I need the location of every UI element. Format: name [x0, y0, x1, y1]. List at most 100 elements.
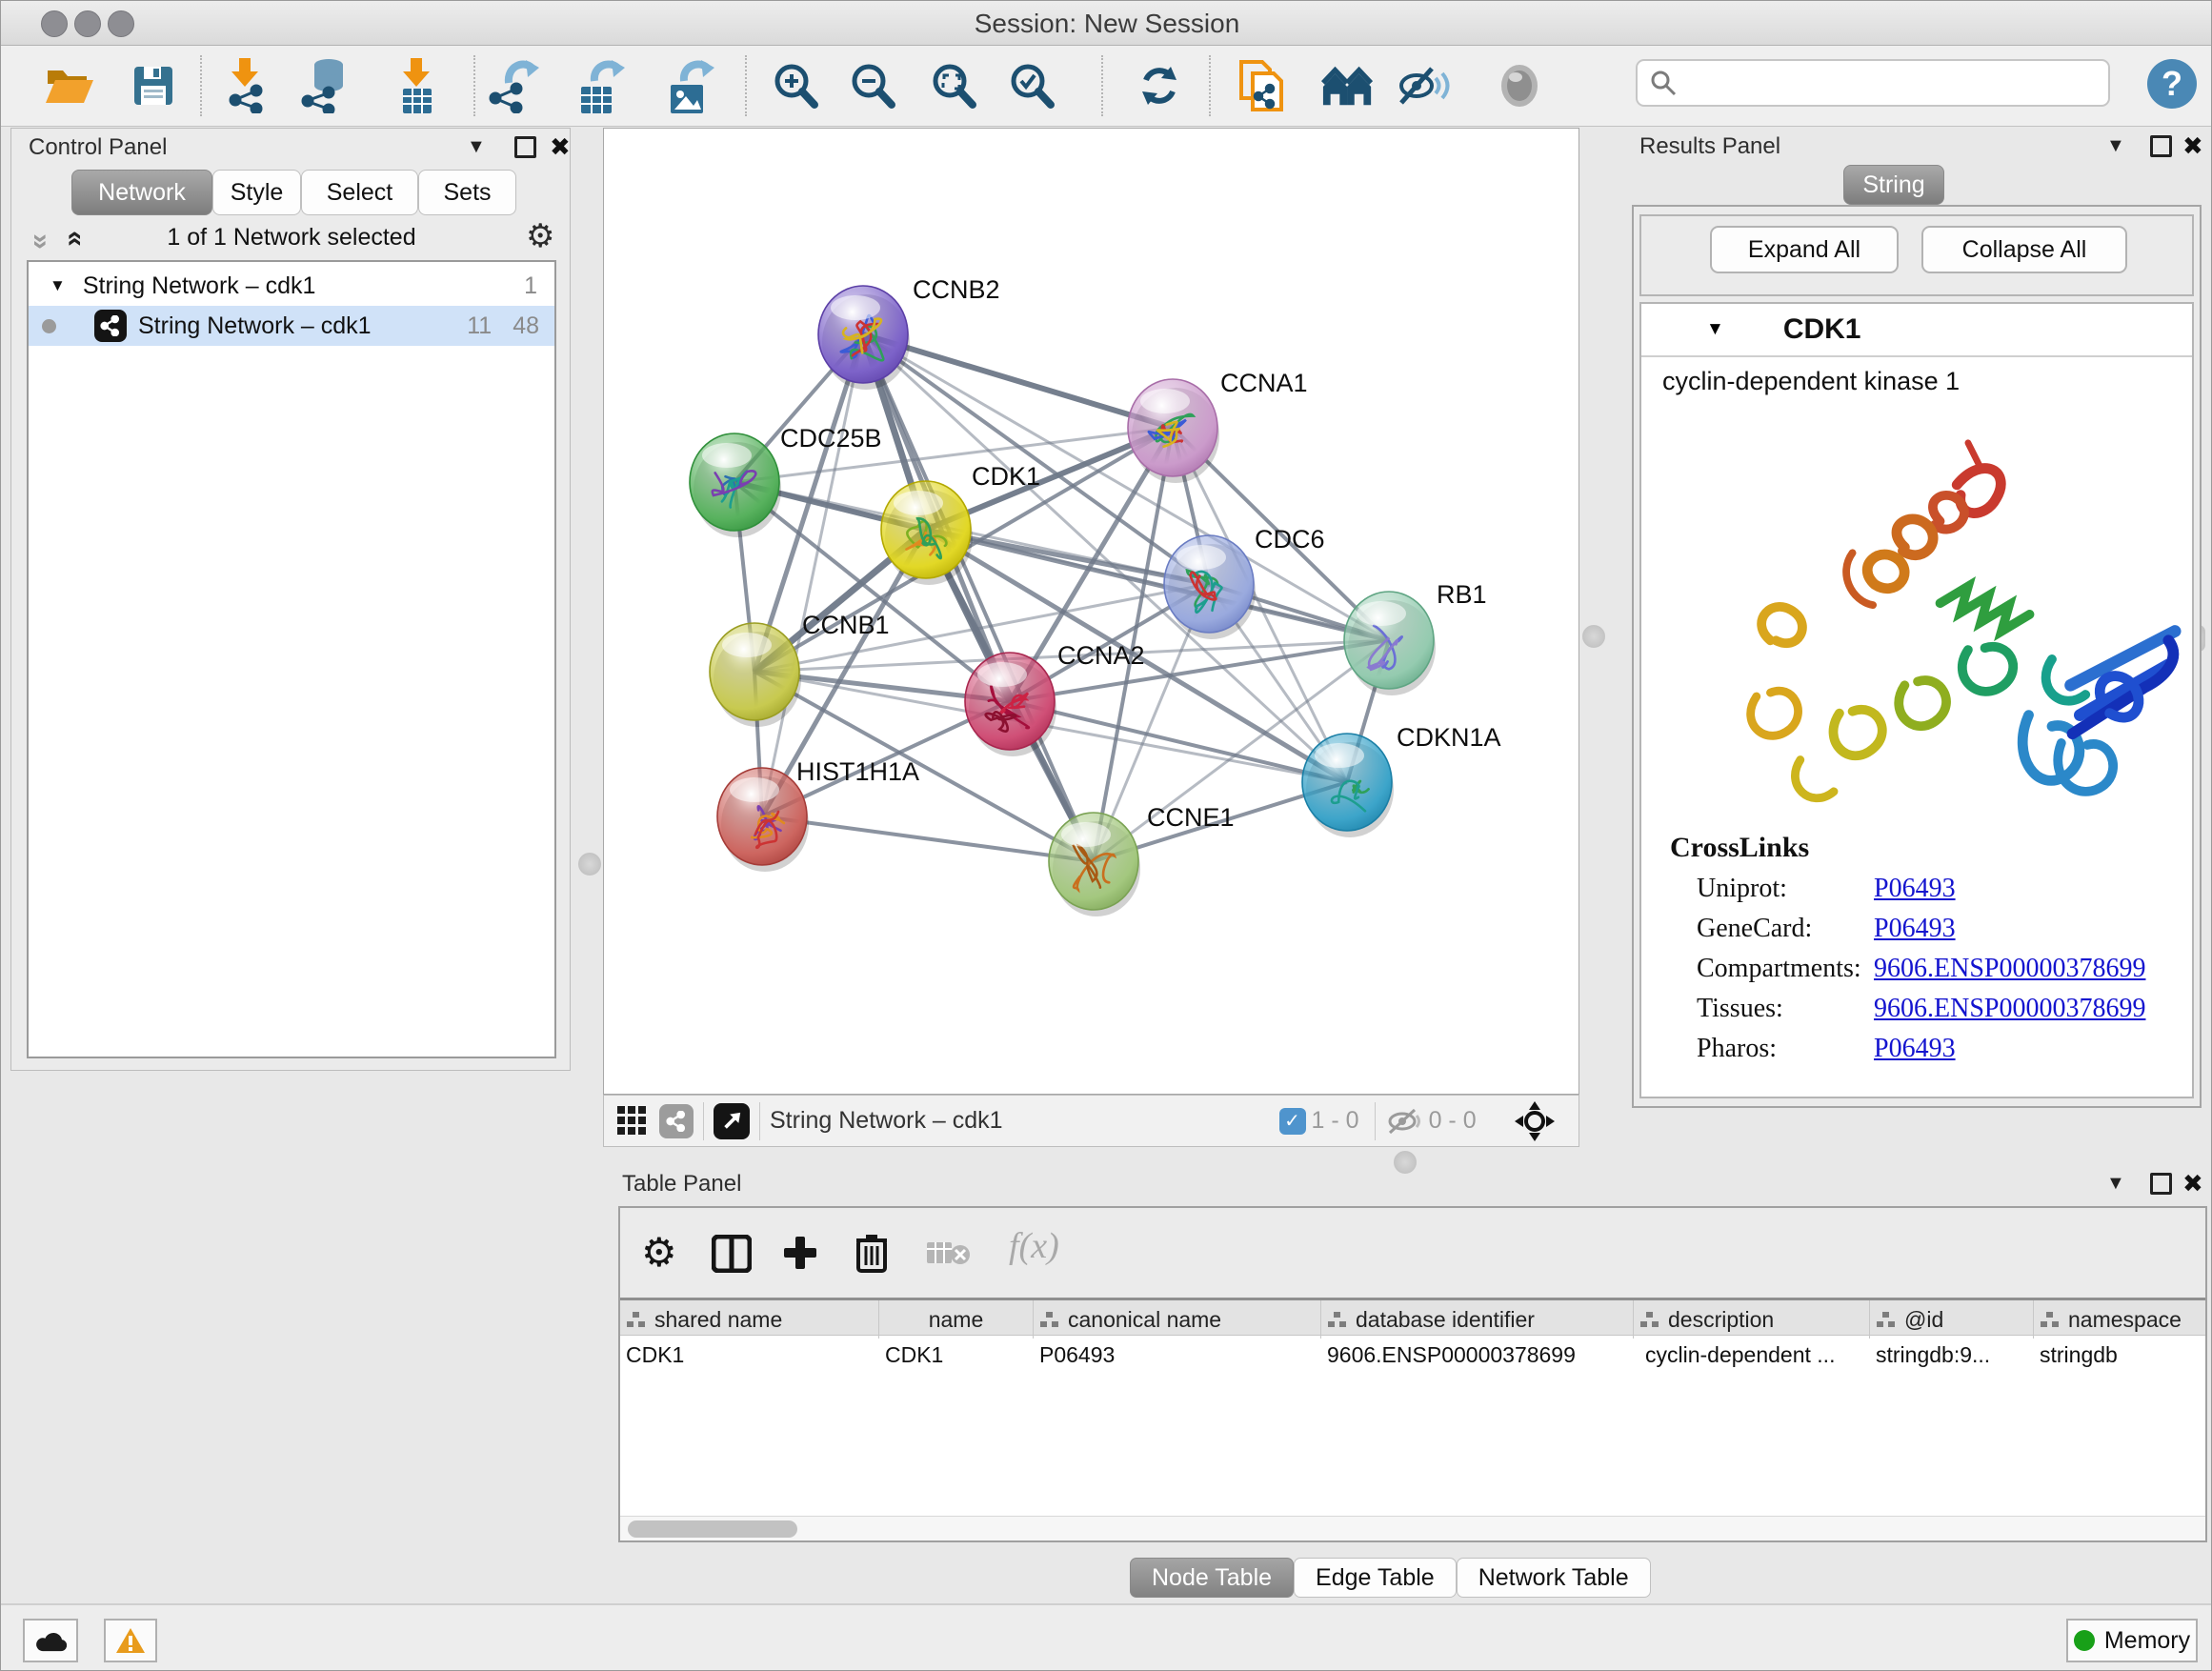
network-canvas[interactable]: CCNB2CCNA1CDC25BCDK1CDC6RB1CCNB1CCNA2CDK… [603, 128, 1579, 1095]
tab-node-table[interactable]: Node Table [1130, 1558, 1294, 1598]
export-network-icon[interactable] [487, 59, 540, 112]
zoom-out-icon[interactable] [846, 59, 899, 112]
expand-all-button[interactable]: Expand All [1710, 226, 1899, 273]
scrollbar-thumb[interactable] [628, 1520, 797, 1538]
network-list: ▼ String Network – cdk1 1 String Network… [27, 260, 556, 1058]
export-image-icon[interactable] [664, 59, 717, 112]
network-node-count: 11 [467, 312, 492, 340]
horizontal-scrollbar[interactable] [620, 1516, 2205, 1541]
results-buttons-box: Expand All Collapse All [1639, 214, 2194, 296]
column-header[interactable]: name [879, 1300, 1034, 1339]
cell-database-identifier[interactable]: 9606.ENSP00000378699 [1327, 1336, 1628, 1374]
save-session-icon[interactable] [127, 59, 180, 112]
column-header[interactable]: canonical name [1034, 1300, 1321, 1339]
table-options-gear-icon[interactable]: ⚙ [641, 1233, 677, 1273]
column-header[interactable]: description [1634, 1300, 1870, 1339]
table-row[interactable]: CDK1 CDK1 P06493 9606.ENSP00000378699 cy… [620, 1336, 2205, 1374]
right-splitter-grip[interactable] [1582, 625, 1605, 648]
column-type-icon [2041, 1312, 2060, 1328]
clone-network-icon[interactable] [1236, 59, 1289, 112]
import-database-icon[interactable] [296, 59, 350, 112]
memory-button[interactable]: Memory [2066, 1619, 2198, 1662]
memory-status-dot [2074, 1630, 2095, 1651]
gene-collapse-icon[interactable]: ▼ [1706, 319, 1724, 340]
grid-view-icon[interactable] [617, 1106, 648, 1137]
open-session-icon[interactable] [43, 59, 96, 112]
control-panel-float-icon[interactable] [514, 136, 536, 158]
table-header-row: shared name name canonical name database… [620, 1298, 2205, 1336]
column-type-icon [1640, 1312, 1659, 1328]
protein-structure-image [1660, 403, 2182, 818]
network-view-title: String Network – cdk1 [770, 1107, 1003, 1135]
cell-id[interactable]: stringdb:9... [1876, 1336, 2028, 1374]
export-table-icon[interactable] [573, 59, 626, 112]
refresh-icon[interactable] [1133, 59, 1186, 112]
gene-header-row[interactable]: ▼ CDK1 [1641, 304, 2192, 357]
cell-canonical-name[interactable]: P06493 [1039, 1336, 1316, 1374]
control-panel-menu-icon[interactable]: ▼ [467, 136, 486, 158]
selected-checkbox-icon[interactable]: ✓ [1279, 1108, 1306, 1135]
cell-shared-name[interactable]: CDK1 [626, 1336, 874, 1374]
zoom-fit-icon[interactable] [927, 59, 980, 112]
show-panel-icon[interactable] [1493, 59, 1546, 112]
detach-view-icon[interactable] [714, 1103, 750, 1139]
string-network-graph[interactable]: CCNB2CCNA1CDC25BCDK1CDC6RB1CCNB1CCNA2CDK… [604, 129, 1579, 1094]
network-share-view-icon[interactable] [659, 1104, 694, 1138]
selected-counts: 1 - 0 [1312, 1107, 1359, 1135]
tab-style[interactable]: Style [212, 170, 301, 215]
table-panel: ⚙ f(x) shared name name canonical name d… [618, 1206, 2207, 1542]
column-header[interactable]: shared name [620, 1300, 879, 1339]
title-bar: Session: New Session [1, 1, 2212, 46]
crosslink-link-compartments[interactable]: 9606.ENSP00000378699 [1874, 954, 2145, 984]
column-type-icon [1040, 1312, 1059, 1328]
network-collection-row[interactable]: ▼ String Network – cdk1 1 [29, 266, 554, 306]
column-header[interactable]: database identifier [1321, 1300, 1634, 1339]
help-button[interactable]: ? [2147, 59, 2197, 109]
tab-select[interactable]: Select [301, 170, 418, 215]
column-type-icon [1328, 1312, 1347, 1328]
search-input[interactable] [1636, 59, 2110, 107]
horizontal-splitter-grip[interactable] [1394, 1151, 1417, 1174]
table-panel-menu-icon[interactable]: ▼ [2106, 1173, 2125, 1195]
table-panel-float-icon[interactable] [2150, 1173, 2172, 1195]
hide-panels-icon[interactable] [1398, 59, 1451, 112]
crosslink-link-tissues[interactable]: 9606.ENSP00000378699 [1874, 994, 2145, 1024]
results-panel-close-icon[interactable]: ✖ [2182, 133, 2203, 158]
tab-edge-table[interactable]: Edge Table [1294, 1558, 1457, 1598]
cell-name[interactable]: CDK1 [885, 1336, 1028, 1374]
warning-status-button[interactable] [104, 1619, 157, 1662]
results-panel-float-icon[interactable] [2150, 135, 2172, 157]
birdseye-navigator-icon[interactable] [1515, 1101, 1555, 1141]
left-splitter-grip[interactable] [578, 853, 601, 876]
show-columns-icon[interactable] [712, 1235, 752, 1273]
cloud-status-button[interactable] [23, 1619, 78, 1662]
tab-network-table[interactable]: Network Table [1457, 1558, 1651, 1598]
hidden-eye-icon[interactable] [1385, 1107, 1423, 1136]
column-header[interactable]: @id [1870, 1300, 2034, 1339]
crosslink-link-pharos[interactable]: P06493 [1874, 1034, 1956, 1064]
control-panel-close-icon[interactable]: ✖ [550, 134, 571, 159]
delete-columns-icon[interactable] [855, 1233, 889, 1273]
application-window: Session: New Session [0, 0, 2212, 1671]
cell-description[interactable]: cyclin-dependent ... [1645, 1336, 1870, 1374]
status-bar: Memory [1, 1603, 2212, 1671]
tab-string[interactable]: String [1843, 165, 1944, 205]
crosslink-link-uniprot[interactable]: P06493 [1874, 874, 1956, 904]
home-networks-icon[interactable] [1321, 59, 1375, 112]
results-panel-menu-icon[interactable]: ▼ [2106, 135, 2125, 157]
column-header[interactable]: namespace [2034, 1300, 2205, 1339]
import-network-icon[interactable] [218, 59, 271, 112]
cell-namespace[interactable]: stringdb [2040, 1336, 2202, 1374]
string-network-icon [94, 310, 127, 342]
collapse-all-button[interactable]: Collapse All [1921, 226, 2127, 273]
crosslink-link-genecard[interactable]: P06493 [1874, 914, 1956, 944]
zoom-selected-icon[interactable] [1005, 59, 1058, 112]
tab-sets[interactable]: Sets [418, 170, 516, 215]
collection-expand-icon[interactable]: ▼ [50, 276, 66, 295]
network-row-selected[interactable]: String Network – cdk1 11 48 [29, 306, 554, 346]
import-table-icon[interactable] [390, 59, 443, 112]
network-options-gear-icon[interactable]: ⚙ [526, 220, 554, 252]
table-panel-close-icon[interactable]: ✖ [2182, 1171, 2203, 1196]
tab-network[interactable]: Network [71, 170, 212, 215]
zoom-in-icon[interactable] [769, 59, 822, 112]
